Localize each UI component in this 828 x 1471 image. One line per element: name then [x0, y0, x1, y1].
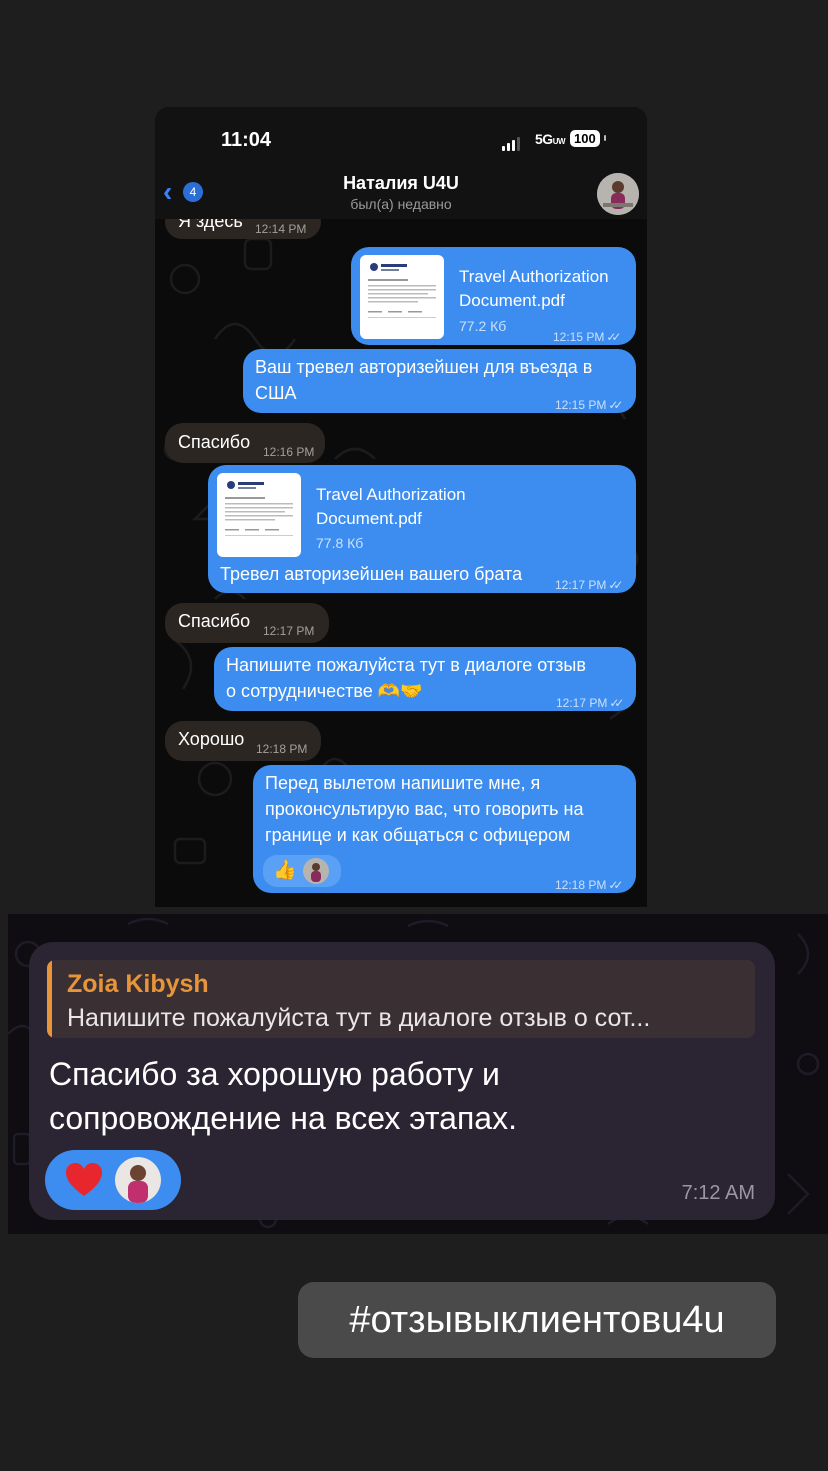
message-time: 12:17 PM — [263, 624, 315, 638]
outgoing-message[interactable]: Напишите пожалуйста тут в диалоге отзыв … — [214, 647, 636, 711]
message-text-line-3: границе и как общаться с офицером — [265, 825, 571, 845]
incoming-message[interactable]: Я здесь 12:14 PM — [165, 219, 321, 239]
chat-screenshot: 11:04 5GUW 100 ‹ 4 Наталия U4U был(а) не… — [155, 107, 647, 907]
contact-name[interactable]: Наталия U4U — [155, 173, 647, 194]
message-text: Хорошо — [178, 729, 245, 749]
message-time: 12:14 PM — [255, 222, 307, 236]
message-text-line-1: Перед вылетом напишите мне, я — [265, 773, 541, 793]
read-checks-icon: ✓✓ — [608, 398, 623, 412]
quote-text: Напишите пожалуйста тут в диалоге отзыв … — [67, 1004, 651, 1032]
message-text-line-1: Ваш тревел авторизейшен для въезда в — [255, 357, 593, 377]
read-checks-icon: ✓✓ — [606, 330, 621, 344]
message-time: 7:12 AM — [681, 1182, 755, 1204]
message-time: 12:16 PM — [263, 445, 315, 459]
reaction-pill[interactable] — [45, 1150, 181, 1210]
thumbs-up-icon: 👍 — [273, 860, 297, 881]
read-checks-icon: ✓✓ — [608, 578, 623, 592]
message-text-line-1: Напишите пожалуйста тут в диалоге отзыв — [226, 655, 586, 675]
contact-avatar[interactable] — [597, 173, 639, 215]
message-time: 12:15 PM ✓✓ — [555, 398, 624, 412]
file-caption: Тревел авторизейшен вашего брата — [220, 564, 523, 584]
message-text: Я здесь — [178, 219, 243, 231]
reply-quote[interactable]: Zoia Kibysh Напишите пожалуйста тут в ди… — [47, 960, 755, 1038]
review-text: Спасибо за хорошую работу и сопровождени… — [49, 1052, 749, 1140]
outgoing-message[interactable]: Перед вылетом напишите мне, я проконсуль… — [253, 765, 636, 893]
message-time: 12:18 PM — [256, 742, 308, 756]
status-time: 11:04 — [221, 129, 272, 151]
quote-author: Zoia Kibysh — [67, 970, 209, 998]
review-message[interactable]: Zoia Kibysh Напишите пожалуйста тут в ди… — [29, 942, 775, 1220]
quote-accent-bar — [47, 960, 52, 1038]
status-bar: 11:04 5GUW 100 — [155, 107, 647, 169]
message-time: 12:18 PM ✓✓ — [555, 878, 624, 892]
reaction-pill[interactable]: 👍 — [263, 855, 341, 887]
file-name-line-2[interactable]: Document.pdf — [316, 507, 422, 531]
incoming-message[interactable]: Спасибо 12:16 PM — [165, 423, 325, 463]
message-text: Спасибо — [178, 432, 251, 452]
review-text-line-1: Спасибо за хорошую работу и — [49, 1056, 500, 1092]
review-text-line-2: сопровождение на всех этапах. — [49, 1100, 517, 1136]
signal-icon — [502, 133, 522, 151]
read-checks-icon: ✓✓ — [609, 696, 624, 710]
file-name-line-2[interactable]: Document.pdf — [459, 289, 565, 313]
hashtag-sticker[interactable]: #отзывыклиентовu4u — [298, 1282, 776, 1358]
battery-icon: 100 — [570, 130, 600, 147]
file-name-line-1[interactable]: Travel Authorization — [316, 483, 466, 507]
network-label: 5GUW — [535, 131, 566, 147]
outgoing-file-message[interactable]: Travel Authorization Document.pdf 77.2 К… — [351, 247, 636, 345]
file-size: 77.8 Кб — [316, 535, 364, 551]
pdf-thumbnail[interactable] — [217, 473, 301, 557]
message-text: Спасибо — [178, 611, 251, 631]
outgoing-file-message[interactable]: Travel Authorization Document.pdf 77.8 К… — [208, 465, 636, 593]
file-size: 77.2 Кб — [459, 318, 507, 334]
file-name-line-1[interactable]: Travel Authorization — [459, 265, 609, 289]
outgoing-message[interactable]: Ваш тревел авторизейшен для въезда в США… — [243, 349, 636, 413]
contact-status: был(а) недавно — [350, 196, 452, 212]
message-time: 12:15 PM ✓✓ — [553, 330, 622, 344]
message-list[interactable]: Я здесь 12:14 PM Travel Authorization Do… — [155, 219, 647, 907]
read-checks-icon: ✓✓ — [608, 878, 623, 892]
reactor-avatar — [115, 1157, 161, 1203]
battery-tip — [604, 135, 606, 141]
incoming-message[interactable]: Спасибо 12:17 PM — [165, 603, 329, 643]
message-text-line-2: США — [255, 383, 297, 403]
message-text-line-2: проконсультирую вас, что говорить на — [265, 799, 584, 819]
pdf-thumbnail[interactable] — [360, 255, 444, 339]
message-time: 12:17 PM ✓✓ — [555, 578, 624, 592]
message-text-line-2: о сотрудничестве 🫶🤝 — [226, 681, 423, 701]
heart-icon — [65, 1162, 103, 1203]
reactor-avatar — [303, 858, 329, 884]
incoming-message[interactable]: Хорошо 12:18 PM — [165, 721, 321, 761]
chat-header: ‹ 4 Наталия U4U был(а) недавно — [155, 169, 647, 219]
message-time: 12:17 PM ✓✓ — [556, 696, 625, 710]
